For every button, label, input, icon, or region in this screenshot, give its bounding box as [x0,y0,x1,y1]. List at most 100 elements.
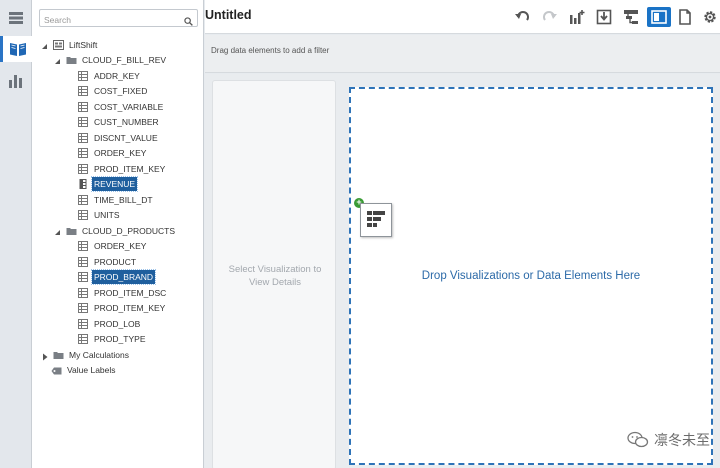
tree-item-label: DISCNT_VALUE [94,133,158,143]
column-icon [78,71,88,81]
tree-item-column[interactable]: COST_FIXED [78,84,149,98]
details-placeholder-line-1: Select Visualization to [228,264,322,275]
tree-item-label: CLOUD_F_BILL_REV [82,55,167,65]
tree-item-column[interactable]: ADDR_KEY [78,69,142,83]
add-visualization-button[interactable] [567,7,587,27]
tree-item-column[interactable]: CUST_NUMBER [78,115,161,129]
tree-item-column[interactable]: ORDER_KEY [78,239,148,253]
column-icon [78,288,88,298]
measure-icon [78,179,88,189]
tree-item-label: LiftShift [69,40,98,50]
filter-bar[interactable]: Drag data elements to add a filter [205,35,720,73]
tree-item-label: PROD_BRAND [90,269,157,285]
column-icon [78,272,88,282]
folder-icon [53,350,64,360]
visualizations-icon[interactable] [3,68,29,94]
column-icon [78,148,88,158]
visualization-details-panel: Select Visualization to View Details [212,80,336,468]
details-placeholder: Select Visualization to View Details [213,263,337,289]
expanded-arrow-icon[interactable] [54,227,62,235]
menu-icon[interactable] [3,5,29,31]
tag-icon [51,365,62,375]
header-bar: Untitled [205,0,720,34]
column-icon [78,86,88,96]
redo-icon [543,11,557,21]
tree-item-column[interactable]: TIME_BILL_DT [78,193,155,207]
column-icon [78,195,88,205]
tree-item-column[interactable]: ORDER_KEY [78,146,148,160]
gear-icon [704,11,716,23]
tree-item-column[interactable]: COST_VARIABLE [78,100,165,114]
tree-item-column[interactable]: UNITS [78,208,122,222]
drop-zone-text: Drop Visualizations or Data Elements Her… [421,270,641,282]
undo-icon [515,11,529,21]
filter-hint-text: Drag data elements to add a filter [211,46,330,55]
wechat-icon [627,431,649,448]
data-elements-icon[interactable] [0,36,32,62]
column-icon [78,164,88,174]
tree-item-label: ADDR_KEY [94,71,140,81]
tree-item-label: PROD_ITEM_DSC [94,288,167,298]
undo-button[interactable] [512,7,532,27]
tree-item-label: CLOUD_D_PRODUCTS [82,226,176,236]
tree-item-column[interactable]: PROD_ITEM_KEY [78,162,167,176]
download-icon [596,9,612,25]
tree-item-column[interactable]: PROD_ITEM_KEY [78,301,167,315]
column-icon [78,210,88,220]
expanded-arrow-icon[interactable] [54,56,62,64]
tree-item-label: Value Labels [67,365,116,375]
details-placeholder-line-2: View Details [248,277,302,288]
watermark: 凛冬未至 [627,430,710,450]
table-visualization-icon[interactable] [360,203,392,237]
data-diagram-button[interactable] [621,7,641,27]
tree-item-column[interactable]: PROD_BRAND [78,269,157,285]
tree-item-label: PRODUCT [94,257,137,267]
tree-item-column[interactable]: PROD_TYPE [78,332,148,346]
column-icon [78,133,88,143]
hierarchy-icon [624,10,638,24]
tree-item-column[interactable]: PROD_ITEM_DSC [78,286,168,300]
tree-item-label: PROD_ITEM_KEY [94,303,166,313]
column-icon [78,241,88,251]
subject-area-icon [53,40,64,50]
visualization-drop-zone[interactable]: + Drop Visualizations or Data Elements H… [349,87,713,465]
search-input[interactable] [44,12,180,28]
folder-icon [66,55,77,65]
tree-item-my-calculations[interactable]: My Calculations [41,348,131,362]
search-icon[interactable] [184,13,193,31]
page-title: Untitled [205,8,252,22]
tree-item-label: REVENUE [90,176,139,192]
tree-item-column[interactable]: PROD_LOB [78,317,142,331]
tree-item-label: COST_VARIABLE [94,102,164,112]
tree-item-measure[interactable]: REVENUE [78,176,139,192]
tree-item-folder[interactable]: CLOUD_F_BILL_REV [54,53,168,67]
tree-item-column[interactable]: PRODUCT [78,255,138,269]
search-box [39,9,198,28]
save-button[interactable] [594,7,614,27]
tree-item-subject-area[interactable]: LiftShift [41,38,99,52]
tree-item-label: ORDER_KEY [94,241,147,251]
tree-item-label: PROD_LOB [94,319,141,329]
tree-item-label: COST_FIXED [94,86,148,96]
document-icon [679,9,691,25]
settings-button[interactable] [700,7,720,27]
folder-icon [66,226,77,236]
tree-item-label: TIME_BILL_DT [94,195,153,205]
column-icon [78,303,88,313]
collapsed-arrow-icon[interactable] [41,351,49,361]
tree-item-label: CUST_NUMBER [94,117,159,127]
tree-item-value-labels[interactable]: Value Labels [51,363,118,377]
tree-item-label: ORDER_KEY [94,148,147,158]
page-button[interactable] [675,7,695,27]
expanded-arrow-icon[interactable] [41,41,49,49]
add-chart-icon [570,10,585,24]
tree-item-folder[interactable]: CLOUD_D_PRODUCTS [54,224,177,238]
column-icon [78,102,88,112]
column-icon [78,319,88,329]
layout-toggle-button[interactable] [647,7,671,27]
column-icon [78,257,88,267]
tree-item-column[interactable]: DISCNT_VALUE [78,131,160,145]
column-icon [78,334,88,344]
data-elements-panel: LiftShift CLOUD_F_BILL_REV ADDR_KEY COST… [32,0,204,468]
redo-button[interactable] [540,7,560,27]
